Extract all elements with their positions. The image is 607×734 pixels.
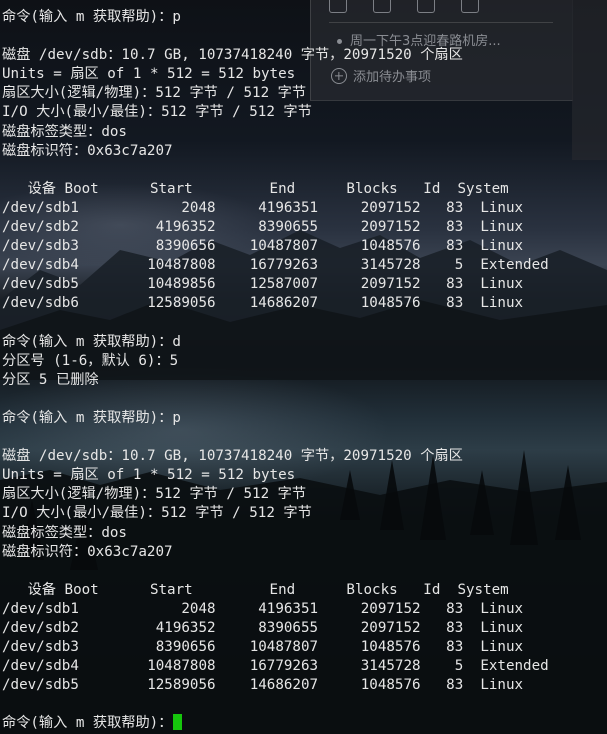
partition-deleted-message: 分区 5 已删除	[2, 371, 99, 388]
label-type-line: 磁盘标签类型：dos	[2, 123, 127, 140]
sector-size-line: 扇区大小(逻辑/物理)：512 字节 / 512 字节	[2, 486, 307, 503]
partition-table-header: 设备 Boot Start End Blocks Id System	[2, 180, 509, 197]
sector-size-line: 扇区大小(逻辑/物理)：512 字节 / 512 字节	[2, 85, 307, 102]
disk-identifier-line: 磁盘标识符：0x63c7a207	[2, 543, 173, 560]
terminal-output[interactable]: 命令(输入 m 获取帮助)：p 磁盘 /dev/sdb：10.7 GB, 107…	[2, 8, 607, 734]
active-prompt-text: 命令(输入 m 获取帮助)：	[2, 715, 173, 732]
partition-row: /dev/sdb5 12589056 14686207 1048576 83 L…	[2, 677, 524, 694]
partition-row: /dev/sdb1 2048 4196351 2097152 83 Linux	[2, 600, 524, 617]
label-type-line: 磁盘标签类型：dos	[2, 524, 127, 541]
partition-table-header: 设备 Boot Start End Blocks Id System	[2, 581, 509, 598]
partition-row: /dev/sdb3 8390656 10487807 1048576 83 Li…	[2, 639, 524, 656]
terminal-window[interactable]: 周一下午3点迎春路机房... 添加待办事项 命令(输入 m 获取帮助)：p 磁盘…	[0, 0, 607, 734]
partition-row: /dev/sdb1 2048 4196351 2097152 83 Linux	[2, 199, 524, 216]
partition-row: /dev/sdb3 8390656 10487807 1048576 83 Li…	[2, 238, 524, 255]
partition-number-prompt: 分区号 (1-6，默认 6)：5	[2, 352, 179, 369]
prompt-line: 命令(输入 m 获取帮助)：p	[2, 9, 181, 25]
disk-info-line: 磁盘 /dev/sdb：10.7 GB, 10737418240 字节，2097…	[2, 47, 463, 64]
partition-row: /dev/sdb2 4196352 8390655 2097152 83 Lin…	[2, 219, 524, 236]
partition-row: /dev/sdb5 10489856 12587007 2097152 83 L…	[2, 276, 524, 293]
active-prompt-line[interactable]: 命令(输入 m 获取帮助)：	[2, 714, 607, 733]
partition-row: /dev/sdb4 10487808 16779263 3145728 5 Ex…	[2, 257, 549, 274]
disk-info-line: 磁盘 /dev/sdb：10.7 GB, 10737418240 字节，2097…	[2, 448, 463, 465]
prompt-line: 命令(输入 m 获取帮助)：p	[2, 409, 181, 426]
text-cursor[interactable]	[173, 714, 183, 731]
io-size-line: I/O 大小(最小/最佳)：512 字节 / 512 字节	[2, 104, 312, 121]
partition-row: /dev/sdb4 10487808 16779263 3145728 5 Ex…	[2, 658, 549, 675]
partition-row: /dev/sdb6 12589056 14686207 1048576 83 L…	[2, 295, 524, 312]
prompt-line: 命令(输入 m 获取帮助)：d	[2, 333, 181, 350]
partition-row: /dev/sdb2 4196352 8390655 2097152 83 Lin…	[2, 620, 524, 636]
disk-identifier-line: 磁盘标识符：0x63c7a207	[2, 142, 173, 159]
units-line: Units = 扇区 of 1 * 512 = 512 bytes	[2, 467, 296, 484]
units-line: Units = 扇区 of 1 * 512 = 512 bytes	[2, 66, 296, 83]
io-size-line: I/O 大小(最小/最佳)：512 字节 / 512 字节	[2, 505, 312, 522]
